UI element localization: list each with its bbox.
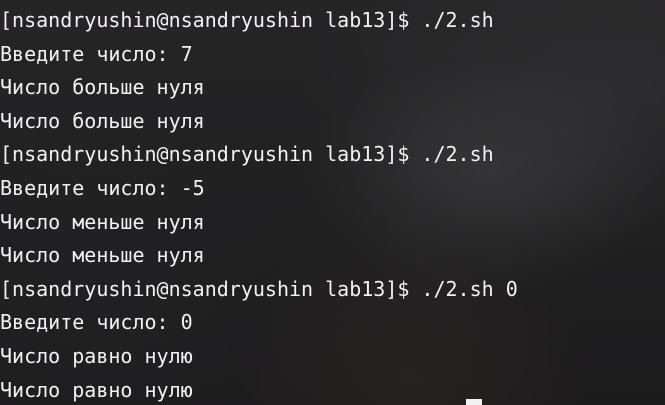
input-prompt-line: Введите число: -5 (0, 175, 205, 200)
output-line: Число равно нулю (0, 377, 193, 402)
output-line: Число меньше нуля (0, 209, 205, 234)
output-line: Число больше нуля (0, 75, 205, 100)
terminal-output: [nsandryushin@nsandryushin lab13]$ ./2.s… (0, 4, 665, 405)
prompt-command-line: [nsandryushin@nsandryushin lab13]$ ./2.s… (0, 8, 494, 32)
input-prompt-line: Введите число: 7 (0, 41, 193, 66)
terminal-window[interactable]: [nsandryushin@nsandryushin lab13]$ ./2.s… (0, 0, 665, 405)
prompt-command-line: [nsandryushin@nsandryushin lab13]$ ./2.s… (0, 276, 518, 301)
text-cursor (466, 399, 482, 405)
output-line: Число больше нуля (0, 108, 205, 133)
output-line: Число меньше нуля (0, 243, 205, 268)
prompt-command-line: [nsandryushin@nsandryushin lab13]$ ./2.s… (0, 142, 494, 167)
input-prompt-line: Введите число: 0 (0, 310, 193, 335)
output-line: Число равно нулю (0, 343, 193, 368)
